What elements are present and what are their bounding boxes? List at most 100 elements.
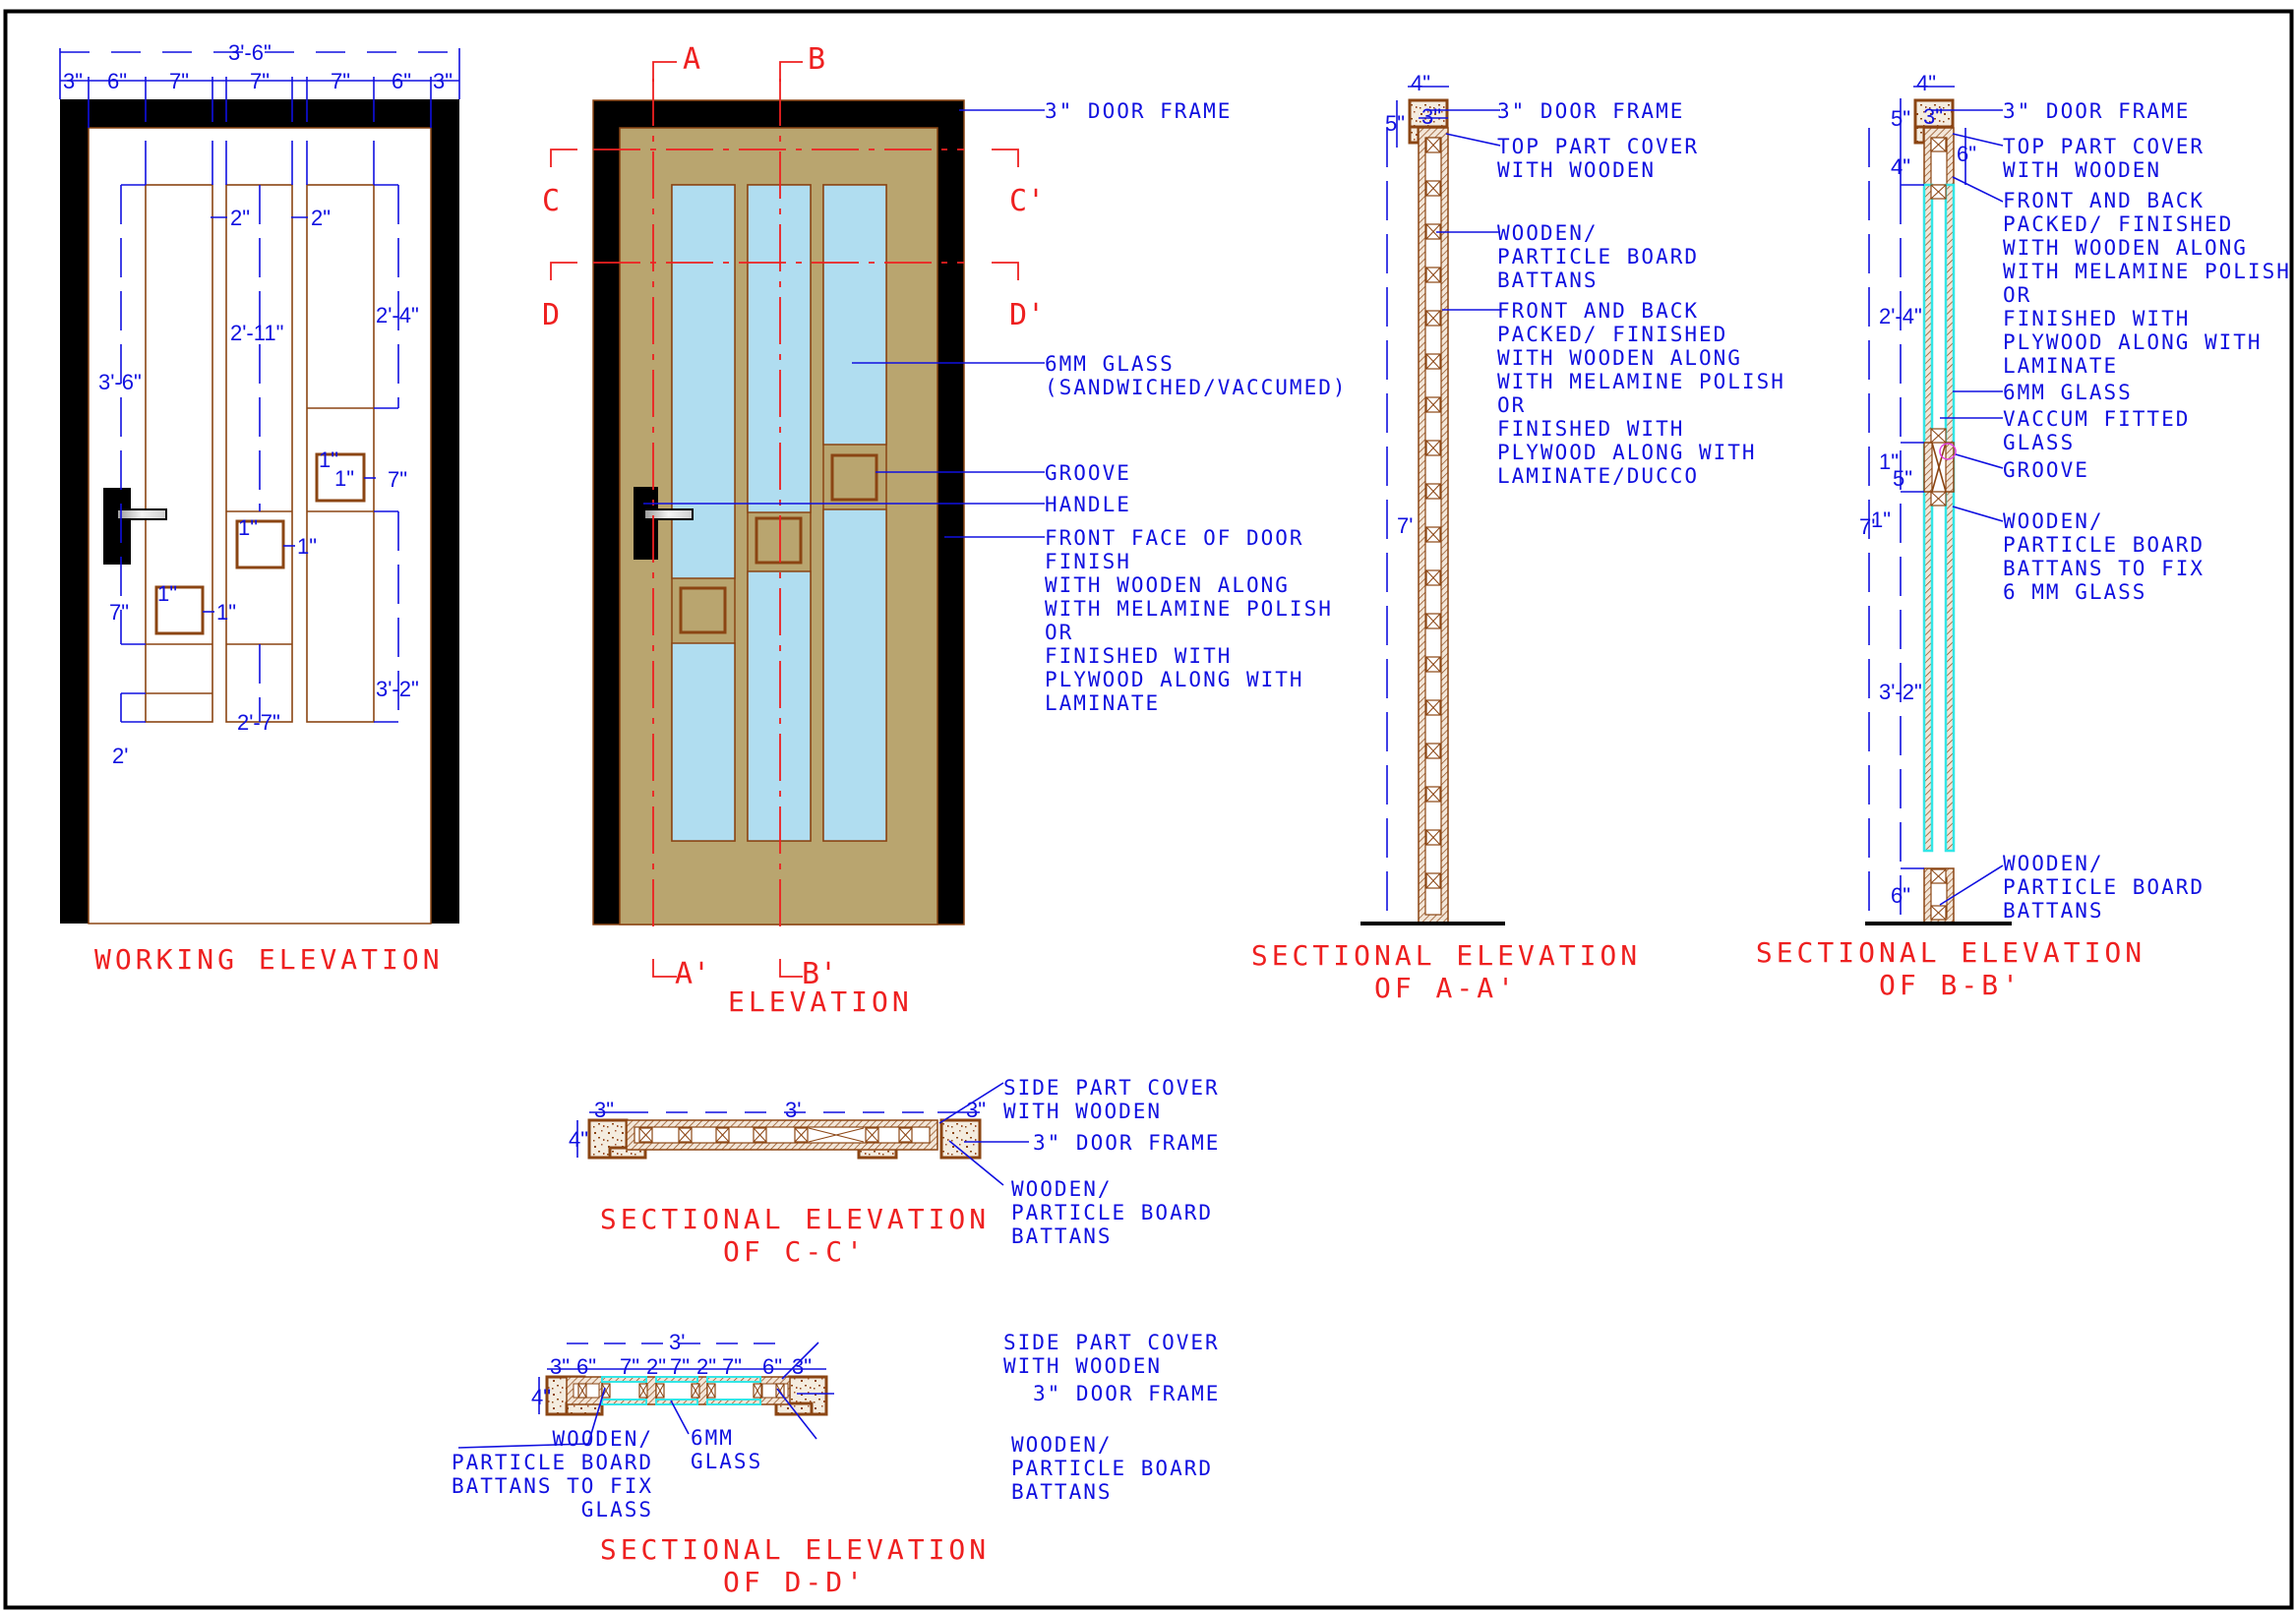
dim-seg: 7" bbox=[331, 69, 350, 93]
dim-depth: 4" bbox=[531, 1385, 551, 1409]
dim-right-bottom: 3'-2" bbox=[376, 677, 419, 701]
text-line: SIDE PART COVER bbox=[1003, 1076, 1220, 1100]
text-line: WOODEN/ bbox=[1011, 1177, 1113, 1201]
text-line: OR bbox=[1045, 621, 1073, 644]
section-cc: 3" 3' 3" 4" SIDE PART COVER WITH WOODEN 3… bbox=[569, 1076, 1220, 1268]
drawing-sheet: 3'-6" 3" 6" 7" 7" 7" 6" 3" 2" 2" 3'-6" 7… bbox=[3, 9, 2294, 1610]
cut-label-c-prime: C' bbox=[1009, 184, 1045, 218]
dim-seg: 3" bbox=[433, 69, 453, 93]
dim-groove: 5" bbox=[1893, 466, 1912, 491]
text-line: WITH MELAMINE POLISH bbox=[2003, 260, 2291, 283]
cut-label-c: C bbox=[542, 184, 560, 218]
cut-label-a: A bbox=[683, 42, 700, 77]
dim-door-height: 7' bbox=[1397, 513, 1413, 538]
section-aa-callouts: 3" DOOR FRAME TOP PART COVER WITH WOODEN … bbox=[1497, 99, 1783, 488]
callout-battens: WOODEN/PARTICLE BOARD BATTANS bbox=[2003, 852, 2205, 923]
text-line: VACCUM FITTED bbox=[2003, 407, 2190, 431]
cut-label-d: D bbox=[542, 298, 560, 332]
dim-overall-width: 3'-6" bbox=[228, 40, 272, 65]
dim-left-groove: 7" bbox=[109, 600, 129, 625]
text-line: WITH WOODEN ALONG bbox=[2003, 236, 2248, 260]
dim-overall: 3' bbox=[669, 1330, 685, 1354]
text-line: SECTIONAL ELEVATION bbox=[1756, 936, 2145, 969]
section-aa-title: SECTIONAL ELEVATION OF A-A' bbox=[1251, 939, 1641, 1004]
callout-top-cover: TOP PART COVER WITH WOODEN bbox=[2003, 135, 2205, 182]
text-line: PARTICLE BOARD bbox=[1011, 1201, 1213, 1224]
text-line: BATTANS TO FIX bbox=[452, 1474, 653, 1498]
text-line: PARTICLE BOARD bbox=[1497, 245, 1699, 268]
callout-door-frame: 3" DOOR FRAME bbox=[2003, 99, 2190, 123]
callout-glass: 6MM GLASS bbox=[691, 1426, 762, 1473]
text-line: BATTANS bbox=[1011, 1480, 1113, 1504]
text-line: BATTANS bbox=[1497, 268, 1599, 292]
section-bb: 4" 5" 3" 6" 4" 2'-4" 1" 5" 7' 1" 3'-2" 6… bbox=[1756, 71, 2291, 1001]
text-line: WITH WOODEN bbox=[1003, 1354, 1162, 1378]
text-line: FRONT AND BACK bbox=[2003, 189, 2205, 212]
callout-finish: FRONT AND BACK PACKED/ FINISHED WITH WOODE… bbox=[2003, 189, 2291, 378]
text-line: WOODEN/ bbox=[2003, 509, 2104, 533]
text-line: (SANDWICHED/VACCUMED) bbox=[1045, 376, 1348, 399]
glass-pane bbox=[706, 1399, 761, 1405]
dim-frame-width: 4" bbox=[1916, 71, 1936, 95]
text-line: WITH WOODEN bbox=[2003, 158, 2161, 182]
dim-groove-offset: 1" bbox=[216, 600, 236, 625]
dim-seg: 2" bbox=[646, 1354, 666, 1379]
dim-top-rail: 6" bbox=[1957, 142, 1976, 166]
dim-seg: 7" bbox=[250, 69, 270, 93]
text-line: WOODEN/ bbox=[1011, 1433, 1113, 1457]
text-line: BATTANS TO FIX bbox=[2003, 557, 2205, 580]
text-line: SIDE PART COVER bbox=[1003, 1331, 1220, 1354]
text-line: WOODEN/ bbox=[552, 1427, 653, 1451]
text-line: 6MM GLASS bbox=[1045, 352, 1175, 376]
text-line: FRONT AND BACK bbox=[1497, 299, 1699, 323]
dim-seg: 3" bbox=[63, 69, 83, 93]
text-line: PLYWOOD ALONG WITH bbox=[1045, 668, 1304, 691]
elevation-title: ELEVATION bbox=[728, 985, 913, 1018]
text-line: WITH WOODEN ALONG bbox=[1497, 346, 1742, 370]
callout-battens: WOODEN/PARTICLE BOARD BATTANS bbox=[1011, 1177, 1213, 1248]
text-line: PARTICLE BOARD bbox=[2003, 533, 2205, 557]
callout-battens: WOODEN/PARTICLE BOARD BATTANS bbox=[1497, 221, 1699, 292]
dim-gap: 2" bbox=[230, 206, 250, 230]
dim-frame-height: 5" bbox=[1891, 106, 1910, 131]
section-cc-callouts: SIDE PART COVER WITH WOODEN 3" DOOR FRAME… bbox=[1003, 1076, 1220, 1248]
text-line: 3" DOOR FRAME bbox=[2003, 99, 2190, 123]
dim-frame-width: 4" bbox=[1411, 71, 1430, 95]
dim-lower-glass: 3'-2" bbox=[1879, 680, 1922, 704]
dim-frame-inner: 3" bbox=[1421, 104, 1441, 129]
callout-door-frame: 3" DOOR FRAME bbox=[1033, 1131, 1220, 1155]
text-line: GLASS bbox=[691, 1450, 762, 1473]
text-line: 3" DOOR FRAME bbox=[1033, 1131, 1220, 1155]
text-line: OR bbox=[2003, 283, 2031, 307]
callout-door-frame: 3" DOOR FRAME bbox=[1045, 99, 1232, 123]
section-cc-title: SECTIONAL ELEVATION OF C-C' bbox=[600, 1203, 990, 1268]
callout-groove: GROOVE bbox=[2003, 458, 2089, 482]
callout-door-frame: 3" DOOR FRAME bbox=[1497, 99, 1684, 123]
text-line: LAMINATE bbox=[1045, 691, 1160, 715]
callout-battens-glass: WOODEN/PARTICLE BOARD BATTANS TO FIX GLASS bbox=[452, 1427, 653, 1521]
callout-vacuum-glass: VACCUM FITTED GLASS bbox=[2003, 407, 2190, 454]
text-line: TOP PART COVER bbox=[2003, 135, 2205, 158]
dim-mid-top: 2'-11" bbox=[230, 321, 283, 345]
dim-seg: 7" bbox=[670, 1354, 690, 1379]
working-elevation: 3'-6" 3" 6" 7" 7" 7" 6" 3" 2" 2" 3'-6" 7… bbox=[59, 40, 460, 976]
text-line: OF A-A' bbox=[1374, 972, 1518, 1004]
text-line: WOODEN/ bbox=[1497, 221, 1599, 245]
callout-glass: 6MM GLASS (SANDWICHED/VACCUMED) bbox=[1045, 352, 1348, 399]
dim-frame-inner: 3" bbox=[1923, 104, 1943, 129]
text-line: BATTANS bbox=[2003, 899, 2104, 923]
text-line: GROOVE bbox=[1045, 461, 1131, 485]
dim-seg: 2" bbox=[696, 1354, 716, 1379]
dim-seg: 7" bbox=[169, 69, 189, 93]
text-line: 3" DOOR FRAME bbox=[1045, 99, 1232, 123]
text-line: FINISHED WITH bbox=[1497, 417, 1684, 441]
callout-side-cover: SIDE PART COVER WITH WOODEN bbox=[1003, 1331, 1220, 1378]
text-line: PLYWOOD ALONG WITH bbox=[1497, 441, 1757, 464]
text-line: HANDLE bbox=[1045, 493, 1131, 516]
dim-left-bottom: 2' bbox=[112, 744, 128, 768]
dim-seg: 6" bbox=[576, 1354, 596, 1379]
text-line: 3" DOOR FRAME bbox=[1033, 1382, 1220, 1405]
text-line: OF B-B' bbox=[1879, 969, 2023, 1001]
text-line: PARTICLE BOARD bbox=[1011, 1457, 1213, 1480]
cut-label-d-prime: D' bbox=[1009, 298, 1045, 332]
